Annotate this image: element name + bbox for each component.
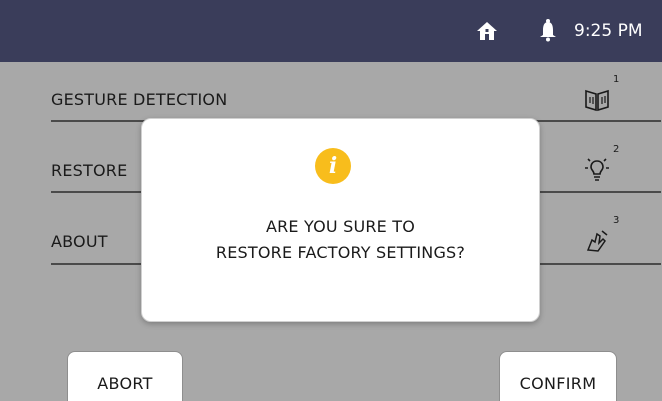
home-icon: [477, 22, 497, 40]
confirm-button[interactable]: CONFIRM: [499, 351, 617, 401]
confirmation-dialog: i ARE YOU SURE TO RESTORE FACTORY SETTIN…: [141, 118, 540, 322]
bell-icon: [540, 19, 556, 42]
status-time: 9:25 PM: [574, 21, 643, 41]
setting-label-gesture-detection[interactable]: GESTURE DETECTION: [51, 90, 227, 110]
setting-label-about[interactable]: ABOUT: [51, 232, 108, 252]
setting-label-restore[interactable]: RESTORE: [51, 161, 127, 181]
info-icon: i: [315, 148, 351, 184]
setting-badge-1: 1: [613, 74, 620, 85]
hand-gesture-icon[interactable]: [582, 226, 612, 256]
abort-button[interactable]: ABORT: [67, 351, 183, 401]
dialog-message-line2: RESTORE FACTORY SETTINGS?: [215, 243, 466, 262]
setting-badge-2: 2: [613, 144, 620, 155]
gesture-book-icon[interactable]: [582, 85, 612, 115]
dialog-message-line1: ARE YOU SURE TO: [265, 217, 416, 236]
setting-badge-3: 3: [613, 215, 620, 226]
screen: 9:25 PM GESTURE DETECTION 1 RESTORE 2 AB…: [0, 0, 662, 401]
status-bar: 9:25 PM: [0, 0, 662, 62]
lightbulb-icon[interactable]: [582, 155, 612, 185]
